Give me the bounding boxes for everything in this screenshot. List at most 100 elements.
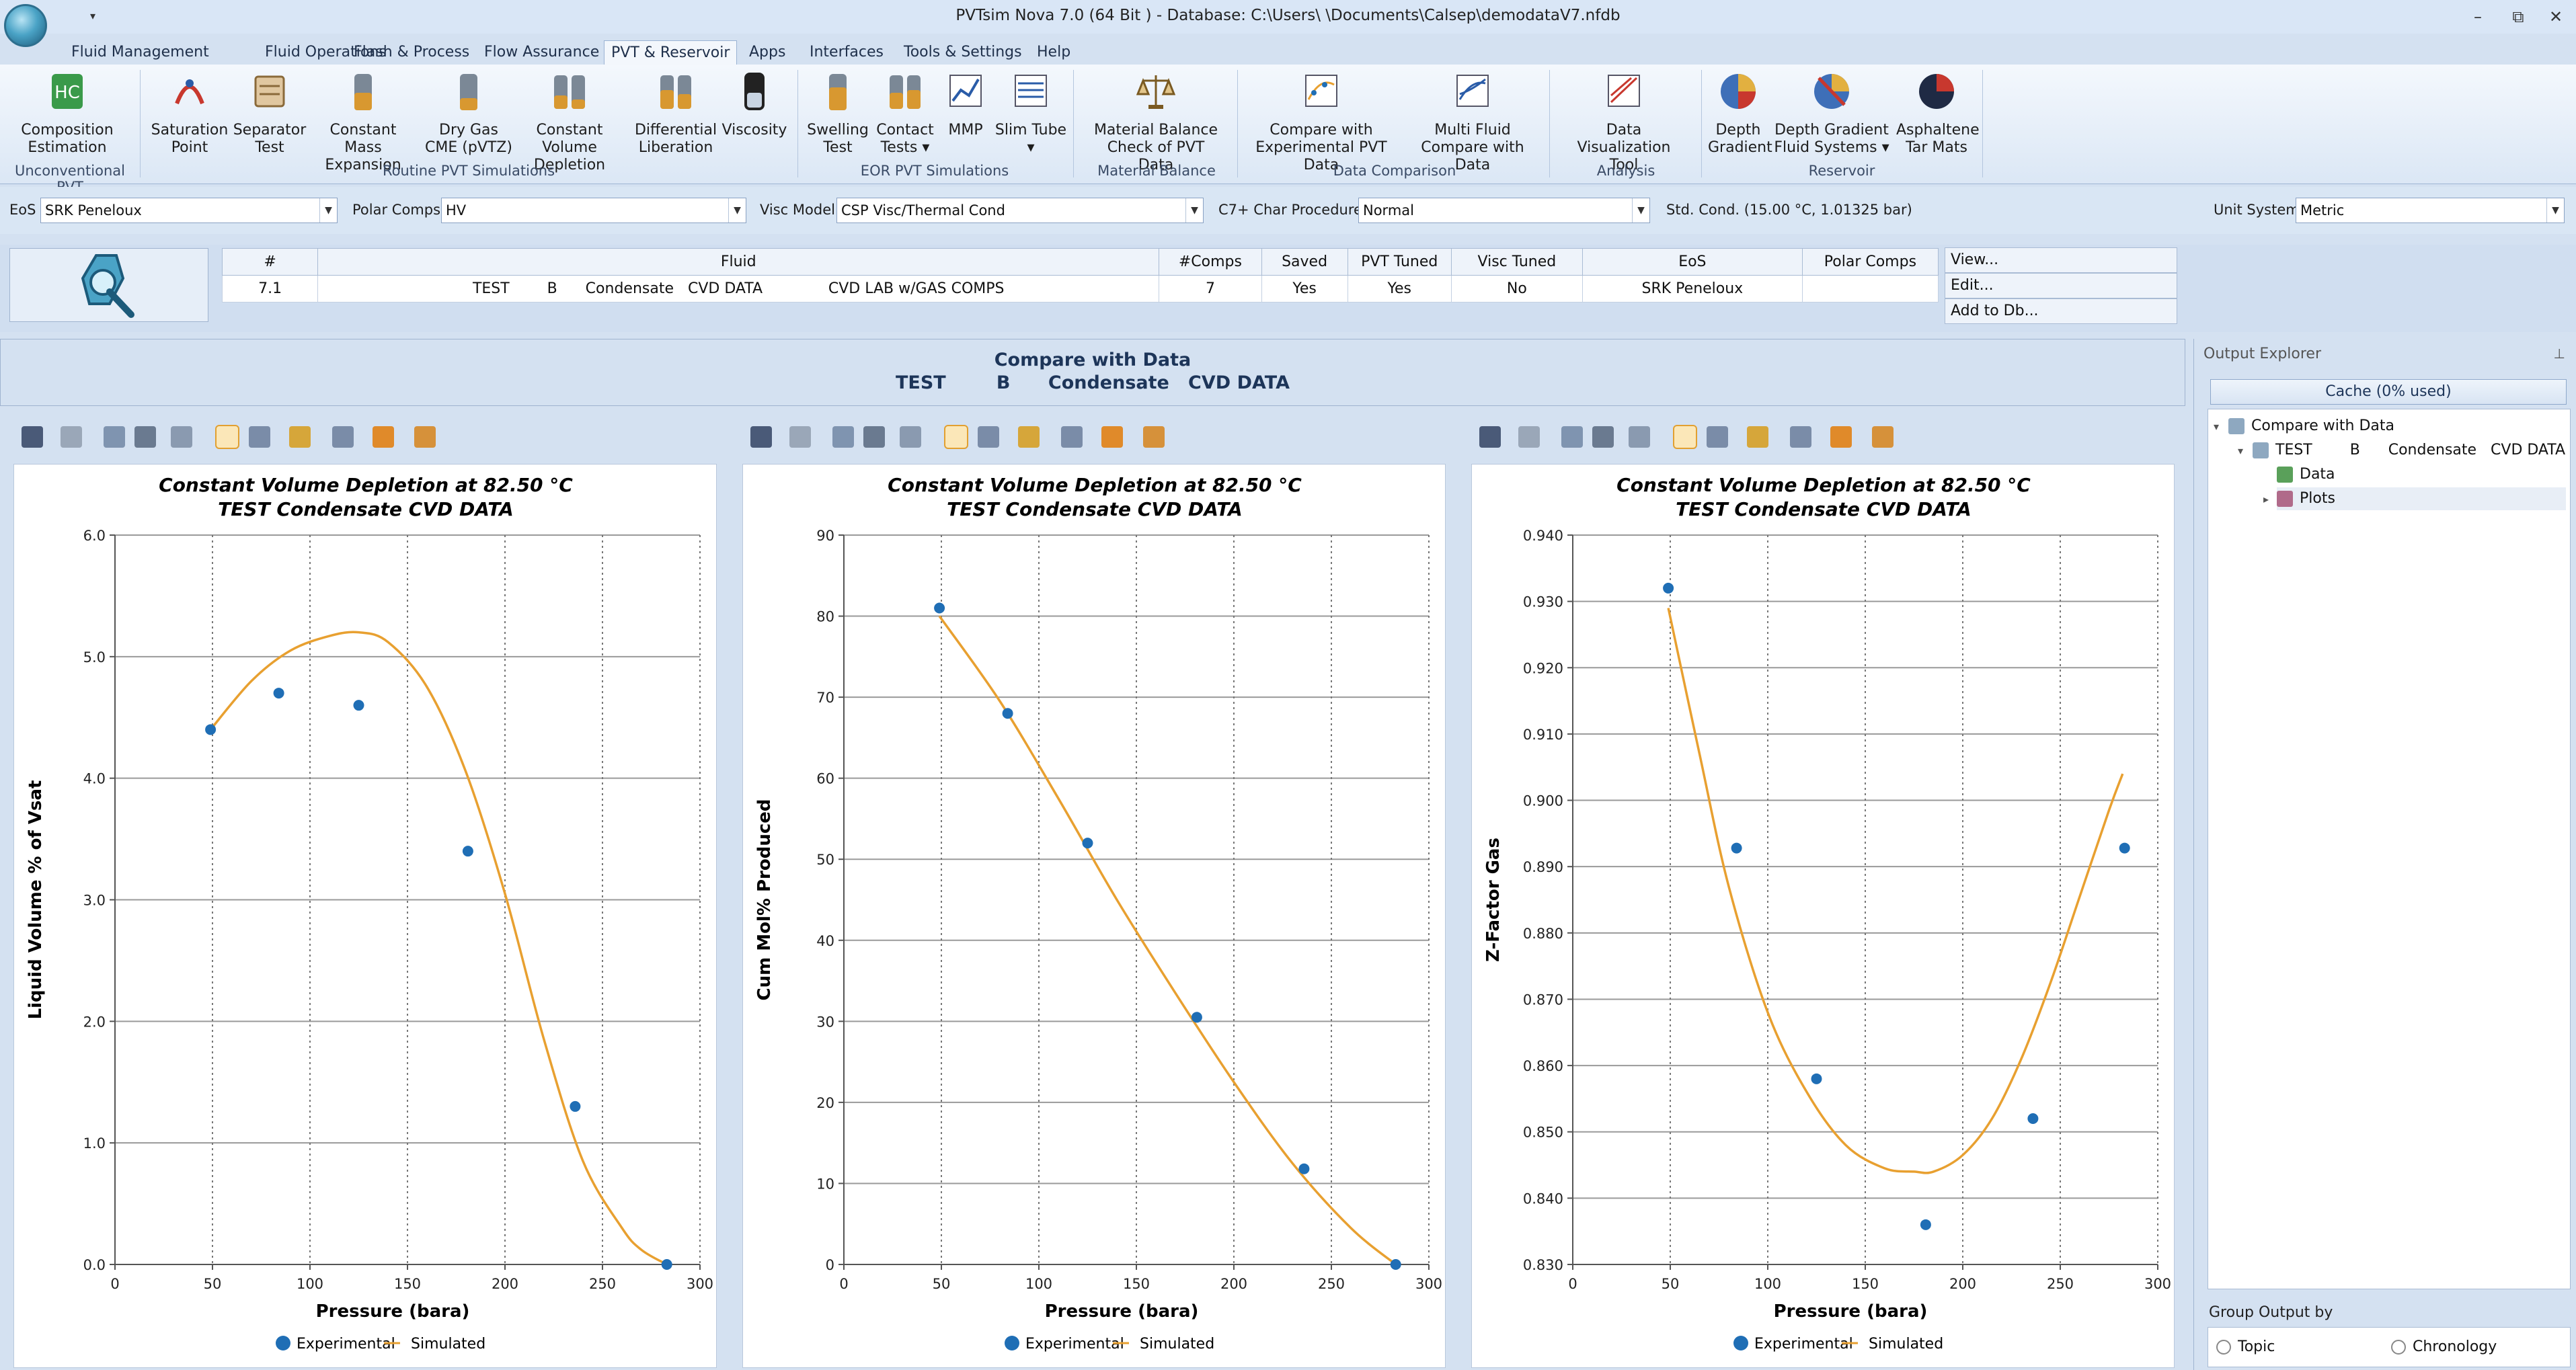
chart-options-icon[interactable] bbox=[1143, 426, 1165, 448]
pan-icon[interactable] bbox=[1018, 426, 1040, 448]
slim-tube-button[interactable]: Slim Tube ▾ bbox=[994, 70, 1068, 157]
y-tick-label: 0 bbox=[826, 1257, 834, 1273]
table-row[interactable]: 7.1 TEST B Condensate CVD DATA CVD LAB w… bbox=[221, 275, 1939, 303]
mmp-button[interactable]: MMP bbox=[939, 70, 992, 139]
viscosity-button[interactable]: Viscosity bbox=[721, 70, 788, 139]
menu-apps[interactable]: Apps bbox=[742, 40, 792, 65]
print-icon[interactable] bbox=[134, 426, 156, 448]
zoom-icon[interactable] bbox=[249, 426, 270, 448]
menu-fluid-management[interactable]: Fluid Management bbox=[65, 40, 216, 65]
restore-button[interactable]: ⧉ bbox=[2501, 5, 2535, 28]
tree-node-data[interactable]: Data bbox=[2277, 463, 2335, 486]
unit-system-select[interactable]: Metric ▼ bbox=[2296, 198, 2565, 223]
separator-test-button[interactable]: Separator Test bbox=[233, 70, 307, 157]
chart-options-icon[interactable] bbox=[1872, 426, 1894, 448]
menu-flash-process[interactable]: Flash & Process bbox=[347, 40, 476, 65]
zoom-fit-icon[interactable] bbox=[332, 426, 354, 448]
constant-mass-expansion-button[interactable]: Constant Mass Expansion bbox=[309, 70, 417, 174]
copy-icon[interactable] bbox=[900, 426, 921, 448]
edit-icon[interactable] bbox=[373, 426, 394, 448]
asphaltene-tar-mats-button[interactable]: Asphaltene Tar Mats bbox=[1896, 70, 1980, 157]
pan-icon[interactable] bbox=[289, 426, 311, 448]
multi-fluid-compare-button[interactable]: Multi Fluid Compare with Data bbox=[1405, 70, 1540, 174]
menu-flow-assurance[interactable]: Flow Assurance bbox=[477, 40, 606, 65]
swelling-test-button[interactable]: Swelling Test bbox=[804, 70, 871, 157]
menu-pvt-reservoir[interactable]: PVT & Reservoir bbox=[604, 40, 738, 65]
edit-button[interactable]: Edit... bbox=[1945, 273, 2177, 298]
print-icon[interactable] bbox=[1592, 426, 1614, 448]
minimize-button[interactable]: – bbox=[2461, 5, 2495, 28]
chart-options-icon[interactable] bbox=[414, 426, 436, 448]
add-to-db-button[interactable]: Add to Db... bbox=[1945, 298, 2177, 324]
topic-radio[interactable]: Topic bbox=[2216, 1338, 2275, 1355]
col-header-polar-comps[interactable]: Polar Comps bbox=[1801, 248, 1939, 276]
copy-icon[interactable] bbox=[1629, 426, 1650, 448]
chevron-down-icon[interactable]: ▼ bbox=[319, 198, 337, 223]
copy-icon[interactable] bbox=[171, 426, 192, 448]
col-header-visc-tuned[interactable]: Visc Tuned bbox=[1450, 248, 1583, 276]
zoom-icon[interactable] bbox=[978, 426, 999, 448]
constant-volume-depletion-button[interactable]: Constant Volume Depletion bbox=[512, 70, 627, 174]
collapse-icon[interactable]: ▾ bbox=[2214, 420, 2219, 433]
data-visualization-button[interactable]: Data Visualization Tool bbox=[1560, 70, 1688, 174]
cache-button[interactable]: Cache (0% used) bbox=[2210, 379, 2567, 405]
save-icon[interactable] bbox=[750, 426, 772, 448]
view-button[interactable]: View... bbox=[1945, 247, 2177, 273]
col-header-comps[interactable]: #Comps bbox=[1159, 248, 1262, 276]
expand-icon[interactable]: ▸ bbox=[2263, 493, 2269, 506]
polar-comps-select[interactable]: HV ▼ bbox=[441, 198, 746, 223]
col-header-pvt-tuned[interactable]: PVT Tuned bbox=[1347, 248, 1452, 276]
new-icon[interactable] bbox=[61, 426, 82, 448]
eos-select[interactable]: SRK Peneloux ▼ bbox=[40, 198, 338, 223]
collapse-icon[interactable]: ▾ bbox=[2238, 444, 2243, 457]
table-view-icon[interactable] bbox=[215, 425, 239, 449]
table-view-icon[interactable] bbox=[1673, 425, 1697, 449]
zoom-fit-icon[interactable] bbox=[1061, 426, 1083, 448]
pan-icon[interactable] bbox=[1747, 426, 1768, 448]
close-button[interactable]: ✕ bbox=[2539, 5, 2573, 28]
col-header-eos[interactable]: EoS bbox=[1582, 248, 1803, 276]
new-icon[interactable] bbox=[1518, 426, 1540, 448]
col-header-number[interactable]: # bbox=[221, 248, 319, 276]
c7-char-select[interactable]: Normal ▼ bbox=[1358, 198, 1650, 223]
save-icon[interactable] bbox=[1479, 426, 1501, 448]
saturation-point-button[interactable]: Saturation Point bbox=[149, 70, 230, 157]
edit-icon[interactable] bbox=[1830, 426, 1852, 448]
fluid-selector[interactable] bbox=[9, 248, 208, 322]
depth-gradient-fluid-systems-button[interactable]: Depth Gradient Fluid Systems ▾ bbox=[1771, 70, 1892, 157]
edit-icon[interactable] bbox=[1101, 426, 1123, 448]
print-icon[interactable] bbox=[863, 426, 885, 448]
col-header-fluid[interactable]: Fluid bbox=[317, 248, 1160, 276]
chronology-radio[interactable]: Chronology bbox=[2391, 1338, 2497, 1355]
print-preview-icon[interactable] bbox=[832, 426, 854, 448]
visc-model-select[interactable]: CSP Visc/Thermal Cond ▼ bbox=[836, 198, 1204, 223]
menu-tools-settings[interactable]: Tools & Settings bbox=[897, 40, 1029, 65]
depth-gradient-button[interactable]: Depth Gradient bbox=[1708, 70, 1772, 157]
chevron-down-icon[interactable]: ▼ bbox=[2546, 198, 2564, 223]
new-icon[interactable] bbox=[789, 426, 811, 448]
tree-node-test-fluid[interactable]: TEST B Condensate CVD DATA bbox=[2253, 439, 2565, 462]
print-preview-icon[interactable] bbox=[1561, 426, 1583, 448]
print-preview-icon[interactable] bbox=[104, 426, 125, 448]
tree-node-plots[interactable]: Plots bbox=[2277, 487, 2566, 510]
menu-interfaces[interactable]: Interfaces bbox=[803, 40, 890, 65]
save-icon[interactable] bbox=[22, 426, 43, 448]
tree-node-compare[interactable]: Compare with Data bbox=[2228, 415, 2394, 438]
pin-icon[interactable]: ⊥ bbox=[2554, 346, 2565, 362]
chevron-down-icon[interactable]: ▼ bbox=[728, 198, 746, 223]
x-tick-label: 0 bbox=[110, 1276, 119, 1292]
menu-help[interactable]: Help bbox=[1030, 40, 1077, 65]
x-axis-label: Pressure (bara) bbox=[1774, 1301, 1928, 1322]
compare-with-experimental-button[interactable]: Compare with Experimental PVT Data bbox=[1244, 70, 1399, 174]
table-view-icon[interactable] bbox=[944, 425, 968, 449]
chevron-down-icon[interactable]: ▼ bbox=[1185, 198, 1203, 223]
dry-gas-cme-button[interactable]: Dry Gas CME (pVTZ) bbox=[418, 70, 519, 157]
col-header-saved[interactable]: Saved bbox=[1261, 248, 1348, 276]
material-balance-button[interactable]: Material Balance Check of PVT Data bbox=[1092, 70, 1220, 174]
differential-liberation-button[interactable]: Differential Liberation bbox=[632, 70, 719, 157]
contact-tests-button[interactable]: Contact Tests ▾ bbox=[871, 70, 939, 157]
zoom-icon[interactable] bbox=[1707, 426, 1728, 448]
composition-estimation-button[interactable]: HC Composition Estimation bbox=[13, 70, 121, 157]
chevron-down-icon[interactable]: ▼ bbox=[1632, 198, 1649, 223]
zoom-fit-icon[interactable] bbox=[1790, 426, 1811, 448]
